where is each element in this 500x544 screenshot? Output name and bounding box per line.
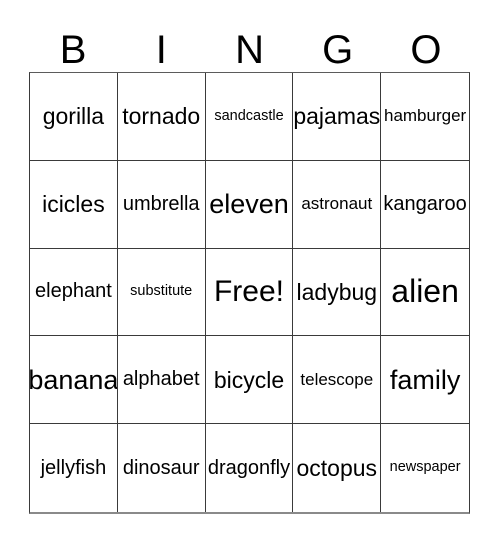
bingo-cell[interactable]: astronaut	[293, 160, 382, 249]
bingo-grid: gorilla tornado sandcastle pajamas hamburger…	[29, 72, 470, 514]
bingo-cell-label: banana	[30, 364, 118, 395]
bingo-header-letter-b: B	[59, 28, 87, 72]
bingo-header-row: BINGO	[29, 14, 470, 72]
bingo-cell-label: alien	[391, 273, 459, 310]
bingo-cell[interactable]: pajamas	[293, 73, 382, 161]
bingo-cell-label: newspaper	[389, 459, 461, 476]
bingo-cell-label: hamburger	[383, 106, 467, 126]
bingo-cell-label: family	[389, 364, 461, 395]
bingo-cell[interactable]: gorilla	[30, 73, 118, 161]
bingo-cell[interactable]: bicycle	[205, 336, 294, 425]
bingo-cell[interactable]: tornado	[117, 73, 206, 161]
bingo-cell-label: icicles	[42, 191, 105, 218]
bingo-cell-label: kangaroo	[383, 192, 467, 215]
bingo-cell[interactable]: dragonfly	[205, 424, 294, 512]
bingo-cell[interactable]: kangaroo	[381, 160, 469, 249]
bingo-cell-label: eleven	[209, 189, 289, 220]
bingo-cell[interactable]: elephant	[30, 248, 118, 337]
bingo-cell-label: bicycle	[213, 366, 285, 393]
bingo-cell-label: astronaut	[301, 194, 373, 214]
bingo-cell-label: Free!	[213, 275, 284, 309]
bingo-cell-label: octopus	[296, 455, 378, 482]
bingo-header-letter-i: I	[155, 28, 167, 72]
bingo-cell[interactable]: hamburger	[381, 73, 469, 161]
bingo-cell-label: elephant	[35, 280, 112, 303]
bingo-cell[interactable]: jellyfish	[30, 424, 118, 512]
bingo-cell-label: dinosaur	[122, 456, 200, 479]
bingo-cell-label: sandcastle	[214, 107, 284, 124]
bingo-cell[interactable]: substitute	[117, 248, 206, 337]
bingo-cell[interactable]: ladybug	[293, 248, 382, 337]
bingo-cell[interactable]: family	[381, 336, 469, 425]
bingo-cell-label: substitute	[130, 283, 193, 300]
bingo-cell[interactable]: sandcastle	[205, 73, 294, 161]
bingo-card: B I N G O gorilla tornado sandcastle pajamas ham…	[0, 0, 500, 544]
bingo-cell[interactable]: eleven	[205, 160, 294, 249]
bingo-cell-label: dragonfly	[207, 456, 291, 479]
bingo-cell[interactable]: newspaper	[381, 424, 469, 512]
bingo-header-letter-g: G	[322, 28, 354, 72]
bingo-cell-label: gorilla	[42, 103, 105, 130]
bingo-cell-label: ladybug	[296, 278, 378, 305]
bingo-cell-label: umbrella	[122, 192, 200, 215]
bingo-cell[interactable]: banana	[30, 336, 118, 425]
bingo-cell-label: jellyfish	[40, 456, 107, 479]
bingo-cell[interactable]: dinosaur	[117, 424, 206, 512]
bingo-cell[interactable]: umbrella	[117, 160, 206, 249]
bingo-cell[interactable]: icicles	[30, 160, 118, 249]
bingo-cell-free[interactable]: Free!	[205, 248, 294, 337]
bingo-cell[interactable]: alphabet	[117, 336, 206, 425]
bingo-header-letter-n: N	[235, 28, 264, 72]
bingo-cell-label: pajamas	[293, 103, 381, 130]
bingo-header-letter-o: O	[410, 28, 442, 72]
bingo-cell[interactable]: alien	[381, 248, 469, 337]
bingo-cell[interactable]: octopus	[293, 424, 382, 512]
bingo-cell-label: alphabet	[122, 368, 200, 391]
bingo-cell-label: tornado	[122, 103, 201, 130]
bingo-cell[interactable]: telescope	[293, 336, 382, 425]
bingo-cell-label: telescope	[300, 369, 374, 389]
